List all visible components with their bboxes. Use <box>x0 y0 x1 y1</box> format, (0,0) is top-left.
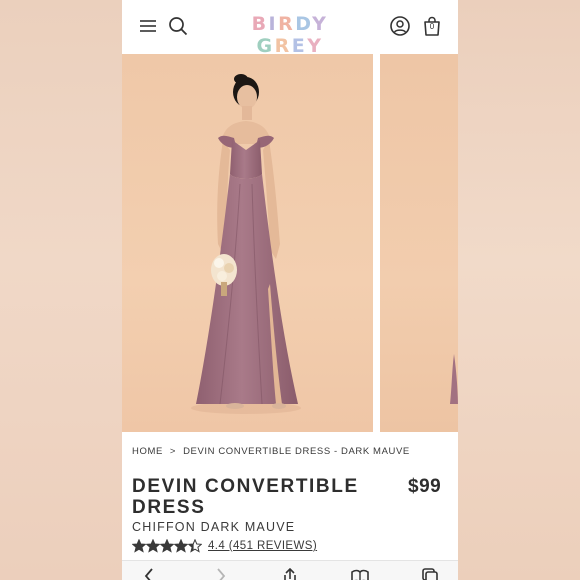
tabs-icon[interactable] <box>420 568 440 580</box>
search-icon[interactable] <box>166 14 190 38</box>
backdrop-left <box>0 0 122 580</box>
model-in-dress-illustration <box>191 74 301 414</box>
product-price: $99 <box>408 476 442 497</box>
browser-toolbar <box>122 560 458 580</box>
account-icon[interactable] <box>388 14 412 38</box>
next-photo-illustration <box>450 354 458 404</box>
back-icon[interactable] <box>140 568 160 580</box>
reviews-link[interactable]: 4.4 (451 REVIEWS) <box>208 540 317 552</box>
site-header: BIRDY GREY 0 <box>122 0 458 57</box>
breadcrumb-current: DEVIN CONVERTIBLE DRESS - DARK MAUVE <box>183 446 410 457</box>
breadcrumb-separator: > <box>169 446 177 457</box>
product-photo-next[interactable] <box>380 54 458 432</box>
product-title: DEVIN CONVERTIBLE DRESS <box>132 476 359 518</box>
product-subtitle: CHIFFON DARK MAUVE <box>132 520 296 534</box>
star-icon <box>188 539 202 553</box>
star-icon <box>146 539 160 553</box>
share-icon[interactable] <box>280 568 300 580</box>
star-icon <box>132 539 146 553</box>
breadcrumb: HOME > DEVIN CONVERTIBLE DRESS - DARK MAUV… <box>132 446 410 457</box>
shopping-bag-button[interactable]: 0 <box>420 14 444 38</box>
mobile-screen: BIRDY GREY 0 HOME > DEVIN CONVERTIBLE DR… <box>122 0 458 580</box>
product-rating: 4.4 (451 REVIEWS) <box>132 538 317 554</box>
hamburger-menu-icon[interactable] <box>136 14 160 38</box>
star-rating <box>132 539 202 553</box>
forward-icon[interactable] <box>210 568 230 580</box>
bookmarks-icon[interactable] <box>350 568 370 580</box>
product-photo-main[interactable] <box>122 54 373 432</box>
product-image-carousel[interactable] <box>122 54 458 432</box>
star-icon <box>174 539 188 553</box>
backdrop-right <box>458 0 580 580</box>
bag-count: 0 <box>429 22 435 31</box>
birdy-grey-logo[interactable]: BIRDY GREY <box>220 13 360 57</box>
star-icon <box>160 539 174 553</box>
breadcrumb-home-link[interactable]: HOME <box>132 446 163 457</box>
